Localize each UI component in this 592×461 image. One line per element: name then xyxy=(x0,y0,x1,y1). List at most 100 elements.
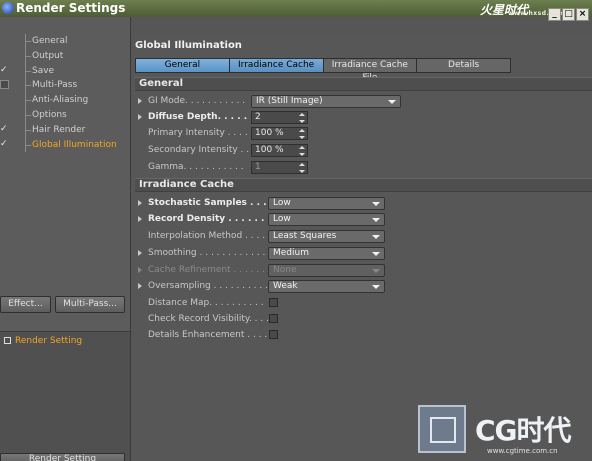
cache-refinement-value: None xyxy=(273,265,297,275)
secondary-intensity-input[interactable]: 100 % xyxy=(251,144,308,157)
tree-item-label: Hair Render xyxy=(32,124,86,135)
tree-item[interactable]: Anti-Aliasing xyxy=(0,93,130,108)
cgtime-watermark: CG时代 www.cgtime.com.cn xyxy=(417,405,592,461)
close-button[interactable]: × xyxy=(576,8,589,21)
primary-intensity-label: Primary Intensity . . . . . xyxy=(148,128,254,138)
gamma-input[interactable]: 1 xyxy=(251,161,308,174)
spinner-arrows-icon[interactable] xyxy=(299,146,305,156)
smoothing-value: Medium xyxy=(273,248,309,258)
title-bar[interactable]: Render Settings 火星时代 www.hxsd.com _ □ × xyxy=(0,0,592,21)
record-density-label: Record Density . . . . . . xyxy=(148,214,265,224)
expand-arrow-icon[interactable] xyxy=(138,114,142,120)
smoothing-dropdown[interactable]: Medium xyxy=(268,247,385,260)
gamma-value: 1 xyxy=(255,162,261,172)
stochastic-samples-dropdown[interactable]: Low xyxy=(268,197,385,210)
tree-branch xyxy=(25,55,31,57)
oversampling-label: Oversampling . . . . . . . . . . xyxy=(148,281,268,291)
tree-item[interactable]: General xyxy=(0,34,130,49)
tab-general[interactable]: General xyxy=(136,59,230,72)
spinner-arrows-icon[interactable] xyxy=(299,163,305,173)
empty-check-slot[interactable] xyxy=(0,51,9,60)
render-setting-list: Render Setting xyxy=(0,331,130,461)
checkmark-icon[interactable]: ✓ xyxy=(0,124,9,134)
tree-item-label: Options xyxy=(32,109,67,120)
record-density-value: Low xyxy=(273,214,291,224)
primary-intensity-value: 100 % xyxy=(255,128,284,138)
tree-branch xyxy=(25,41,31,42)
expand-arrow-icon[interactable] xyxy=(138,98,142,104)
expand-arrow-icon[interactable] xyxy=(138,216,142,222)
empty-check-slot[interactable] xyxy=(0,110,9,119)
irradiance-cache-group-header[interactable]: Irradiance Cache xyxy=(135,178,592,192)
record-density-dropdown[interactable]: Low xyxy=(268,213,385,226)
tree-item[interactable]: ✓ Global Illumination xyxy=(0,137,130,153)
distance-map-checkbox[interactable] xyxy=(269,298,278,307)
render-setting-button[interactable]: Render Setting xyxy=(0,453,125,461)
tree-branch xyxy=(25,70,31,72)
checkmark-icon[interactable]: ✓ xyxy=(0,65,9,75)
oversampling-value: Weak xyxy=(273,281,298,291)
render-settings-window: Render Settings 火星时代 www.hxsd.com _ □ × … xyxy=(0,0,592,461)
expand-arrow-icon[interactable] xyxy=(138,200,142,206)
diffuse-depth-input[interactable]: 2 xyxy=(251,111,308,124)
tab-irradiance-cache-file[interactable]: Irradiance Cache File xyxy=(323,59,418,83)
stochastic-samples-value: Low xyxy=(273,198,291,208)
tree-branch xyxy=(25,129,31,131)
minimize-button[interactable]: _ xyxy=(548,8,561,21)
details-enhancement-checkbox[interactable] xyxy=(269,330,278,339)
stochastic-samples-label: Stochastic Samples . . . xyxy=(148,198,267,208)
multipass-button[interactable]: Multi-Pass... xyxy=(55,296,125,313)
render-setting-label: Render Setting xyxy=(15,336,83,346)
effect-button[interactable]: Effect... xyxy=(0,296,51,313)
spinner-arrows-icon[interactable] xyxy=(299,113,305,123)
gamma-label: Gamma. . . . . . . . . . . xyxy=(148,162,244,172)
general-group-header[interactable]: General xyxy=(135,77,592,91)
chevron-down-icon xyxy=(372,218,380,222)
chevron-down-icon xyxy=(372,269,380,273)
diffuse-depth-value: 2 xyxy=(255,112,261,122)
render-setting-item[interactable]: Render Setting xyxy=(4,336,82,346)
distance-map-label: Distance Map. . . . . . . . . . xyxy=(148,298,264,308)
cgtime-url: www.cgtime.com.cn xyxy=(487,447,558,455)
gi-mode-dropdown[interactable]: IR (Still Image) xyxy=(251,95,401,108)
chevron-down-icon xyxy=(372,252,380,256)
interpolation-method-label: Interpolation Method . . . . xyxy=(148,231,266,241)
checkbox-icon[interactable] xyxy=(0,80,9,90)
tree-item[interactable]: Output xyxy=(0,48,130,64)
empty-check-slot[interactable] xyxy=(0,36,9,45)
empty-check-slot[interactable] xyxy=(0,95,9,104)
section-title: Global Illumination xyxy=(135,40,242,51)
checkmark-icon[interactable]: ✓ xyxy=(0,139,9,149)
window-title: Render Settings xyxy=(16,1,126,15)
interpolation-method-value: Least Squares xyxy=(273,231,337,241)
tree-branch xyxy=(25,100,31,102)
spinner-arrows-icon[interactable] xyxy=(299,129,305,139)
expand-arrow-icon[interactable] xyxy=(138,283,142,289)
settings-sidebar: General Output ✓ Save Multi-Pass Anti-Aliasin… xyxy=(0,17,131,461)
gi-tabs: General Irradiance Cache Irradiance Cach… xyxy=(135,58,511,83)
tree-item[interactable]: ✓ Hair Render xyxy=(0,122,130,138)
tree-item[interactable]: Multi-Pass xyxy=(0,78,130,94)
expand-arrow-icon[interactable] xyxy=(138,250,142,256)
tab-details[interactable]: Details xyxy=(417,59,510,72)
cgtime-brand: CG时代 xyxy=(475,414,572,447)
tree-item[interactable]: Options xyxy=(0,107,130,123)
cache-refinement-label: Cache Refinement . . . . . . xyxy=(148,265,266,275)
oversampling-dropdown[interactable]: Weak xyxy=(268,280,385,293)
chevron-down-icon xyxy=(372,235,380,239)
expand-arrow-icon[interactable] xyxy=(138,267,142,273)
app-icon xyxy=(2,2,14,14)
gi-mode-value: IR (Still Image) xyxy=(256,96,323,106)
tree-item-label: Anti-Aliasing xyxy=(32,95,89,106)
maximize-button[interactable]: □ xyxy=(562,8,575,21)
cache-refinement-dropdown[interactable]: None xyxy=(268,264,385,277)
diffuse-depth-label: Diffuse Depth. . . . . . xyxy=(148,112,254,122)
interpolation-method-dropdown[interactable]: Least Squares xyxy=(268,230,385,243)
check-record-visibility-checkbox[interactable] xyxy=(269,314,278,323)
tree-item-label: Output xyxy=(32,50,64,61)
tree-item-label: Global Illumination xyxy=(32,139,117,150)
tree-item[interactable]: ✓ Save xyxy=(0,63,130,79)
chevron-down-icon xyxy=(372,202,380,206)
tab-irradiance-cache[interactable]: Irradiance Cache xyxy=(229,59,324,72)
primary-intensity-input[interactable]: 100 % xyxy=(251,127,308,140)
